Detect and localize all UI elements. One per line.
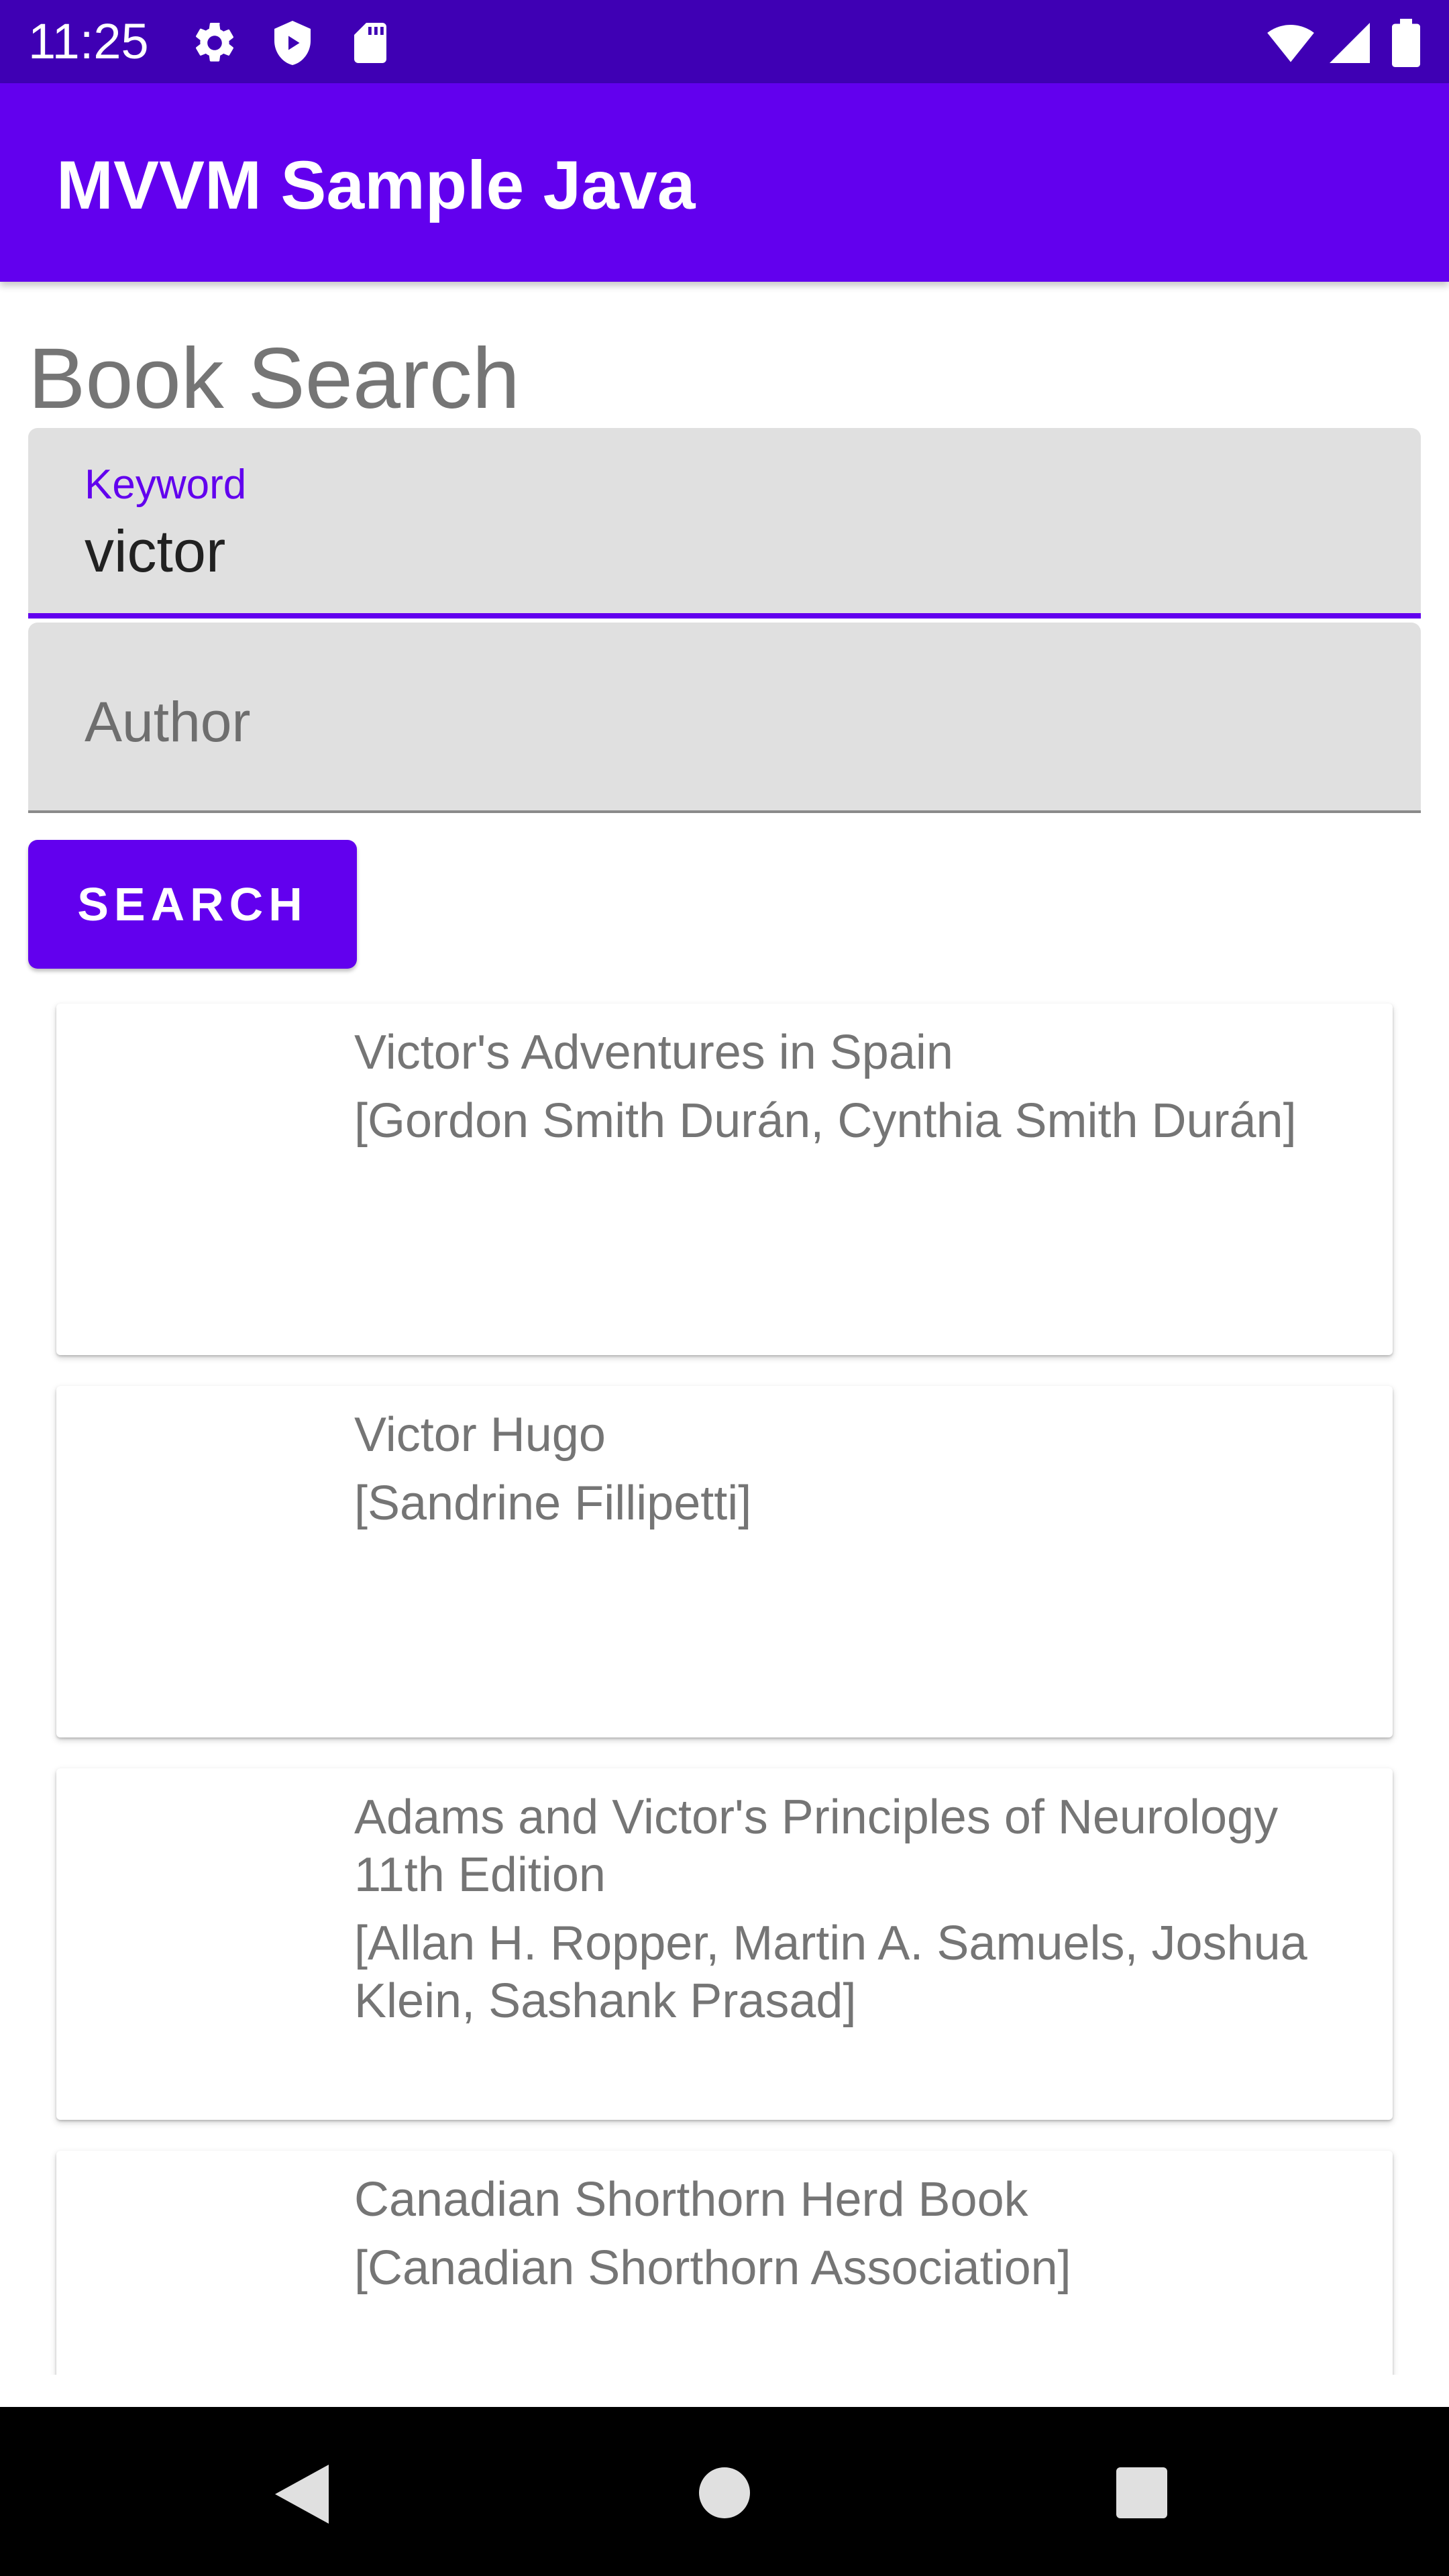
book-card[interactable]: Victor Hugo [Sandrine Fillipetti] [56, 1386, 1393, 1737]
book-card[interactable]: Victor's Adventures in Spain [Gordon Smi… [56, 1004, 1393, 1355]
results-list[interactable]: Victor's Adventures in Spain [Gordon Smi… [0, 986, 1449, 2375]
book-authors: [Allan H. Ropper, Martin A. Samuels, Jos… [354, 1917, 1307, 2028]
keyword-field-value[interactable]: victor [85, 517, 225, 586]
back-icon[interactable] [271, 2462, 331, 2526]
book-authors: [Canadian Shorthorn Association] [354, 2241, 1071, 2295]
search-button[interactable]: SEARCH [28, 840, 357, 969]
page-title: Book Search [28, 331, 520, 427]
book-title-text: Adams and Victor's Principles of Neurolo… [354, 1790, 1279, 1902]
book-authors: [Sandrine Fillipetti] [354, 1477, 752, 1530]
shield-icon [268, 19, 317, 70]
home-icon[interactable] [698, 2466, 751, 2520]
battery-icon [1389, 19, 1424, 70]
app-bar: MVVM Sample Java [0, 83, 1449, 282]
keyword-field[interactable]: Keyword victor [28, 428, 1421, 619]
signal-icon [1326, 19, 1374, 70]
keyword-field-label: Keyword [85, 462, 247, 508]
recents-icon[interactable] [1115, 2466, 1169, 2520]
navigation-bar [0, 2407, 1449, 2576]
book-title-text: Victor Hugo [354, 1408, 606, 1462]
book-authors: [Gordon Smith Durán, Cynthia Smith Durán… [354, 1094, 1297, 1148]
book-title-text: Victor's Adventures in Spain [354, 1026, 953, 1079]
gear-icon [191, 19, 239, 70]
book-title: Victor Hugo [Sandrine Fillipetti] [354, 1406, 1360, 1532]
book-title: Victor's Adventures in Spain [Gordon Smi… [354, 1024, 1360, 1150]
status-time: 11:25 [28, 13, 149, 69]
author-field[interactable]: Author [28, 623, 1421, 813]
book-card[interactable]: Adams and Victor's Principles of Neurolo… [56, 1768, 1393, 2120]
wifi-icon [1265, 19, 1316, 70]
book-title: Adams and Victor's Principles of Neurolo… [354, 1788, 1360, 2030]
status-bar: 11:25 [0, 0, 1449, 83]
sd-card-icon [346, 19, 394, 70]
app-title: MVVM Sample Java [56, 147, 696, 223]
book-card[interactable]: Canadian Shorthorn Herd Book [Canadian S… [56, 2151, 1393, 2375]
book-title-text: Canadian Shorthorn Herd Book [354, 2173, 1028, 2226]
author-field-placeholder[interactable]: Author [85, 688, 251, 755]
book-title: Canadian Shorthorn Herd Book [Canadian S… [354, 2171, 1360, 2297]
